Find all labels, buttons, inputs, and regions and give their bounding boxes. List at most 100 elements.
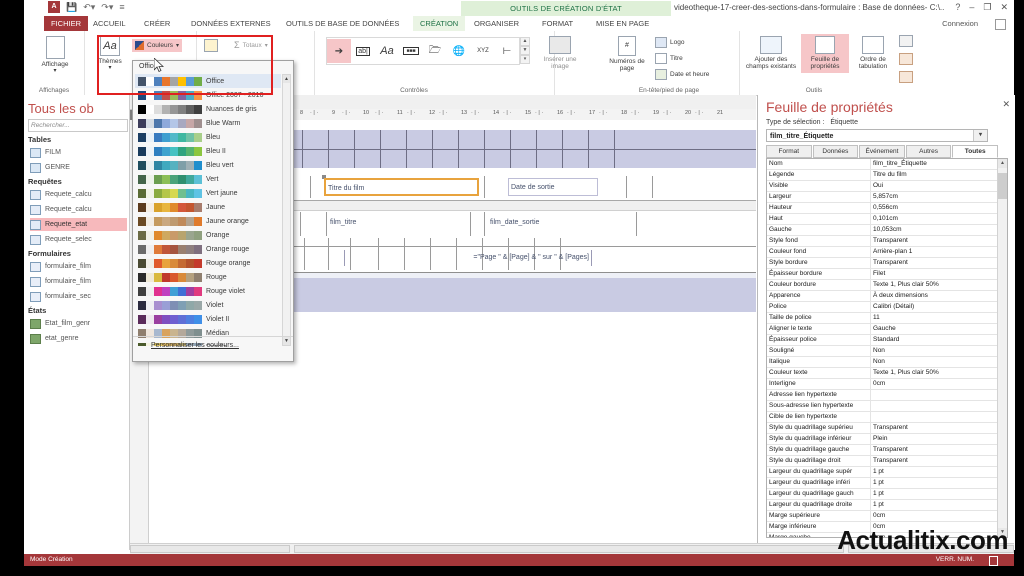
property-row[interactable]: Taille de police 11 — [767, 313, 1007, 324]
nav-item-requete-calcul-2[interactable]: Requete_calcu — [30, 203, 127, 216]
color-theme-item[interactable]: Bleu vert — [135, 158, 281, 172]
property-row[interactable]: Apparence À deux dimensions — [767, 291, 1007, 302]
subform-tools-icon[interactable] — [899, 35, 913, 47]
button-icon[interactable]: ■■■ — [399, 39, 423, 63]
property-row[interactable]: Police Calibri (Détail) — [767, 302, 1007, 313]
close-icon[interactable]: ✕ — [1000, 0, 1008, 15]
property-value[interactable]: 1 pt — [871, 467, 1007, 477]
nav-group-tables[interactable]: Tables — [28, 135, 51, 144]
help-icon[interactable]: ? — [955, 0, 960, 15]
nav-item-formulaire-sections[interactable]: formulaire_sec — [30, 290, 127, 303]
logo-button[interactable]: Logo — [655, 37, 684, 48]
property-value[interactable]: Standard — [871, 335, 1007, 345]
property-value[interactable]: Non — [871, 357, 1007, 367]
nav-item-formulaire-film-2[interactable]: formulaire_film — [30, 275, 127, 288]
film-titre-field-control[interactable]: film_titre — [328, 215, 468, 231]
hyperlink-icon[interactable]: 🌐 — [447, 39, 471, 63]
tab-donnees-externes[interactable]: DONNÉES EXTERNES — [184, 16, 278, 31]
property-value[interactable]: 0cm — [871, 511, 1007, 521]
property-row[interactable]: Style du quadrillage inférieur Plein — [767, 434, 1007, 445]
property-value[interactable]: Transparent — [871, 456, 1007, 466]
property-row[interactable]: Marge supérieure 0cm — [767, 511, 1007, 522]
page-expression-control[interactable]: ="Page " & [Page] & " sur " & [Pages] — [344, 250, 592, 266]
property-value[interactable]: 10,053cm — [871, 225, 1007, 235]
window-controls[interactable]: ? – ❐ ✕ — [955, 0, 1008, 15]
property-value[interactable]: Titre du film — [871, 170, 1007, 180]
color-theme-item[interactable]: Rouge orange — [135, 256, 281, 270]
page-setup-icon[interactable] — [899, 53, 913, 65]
property-row[interactable]: Style bordure Transparent — [767, 258, 1007, 269]
color-theme-item[interactable]: Violet II — [135, 312, 281, 326]
couleurs-button[interactable]: Couleurs ▾ — [132, 39, 183, 52]
property-row[interactable]: Gauche 10,053cm — [767, 225, 1007, 236]
color-theme-item[interactable]: Nuances de gris — [135, 102, 281, 116]
property-value[interactable]: film_titre_Étiquette — [871, 159, 1007, 169]
color-theme-item[interactable]: Bleu — [135, 130, 281, 144]
property-value[interactable]: Plein — [871, 434, 1007, 444]
tab-autres[interactable]: Autres — [905, 145, 952, 158]
property-value[interactable] — [871, 412, 1007, 422]
property-row[interactable]: Largeur du quadrillage droite 1 pt — [767, 500, 1007, 511]
property-row[interactable]: Style du quadrillage droit Transparent — [767, 456, 1007, 467]
property-value[interactable]: Transparent — [871, 258, 1007, 268]
property-value[interactable]: 0,101cm — [871, 214, 1007, 224]
property-value[interactable]: 0cm — [871, 379, 1007, 389]
color-theme-item[interactable]: Vert — [135, 172, 281, 186]
color-theme-dropdown[interactable]: Office Office Office 2007 - 2010 Nuances d… — [132, 60, 294, 362]
property-value[interactable]: Transparent — [871, 445, 1007, 455]
tab-format[interactable]: Format — [766, 145, 812, 158]
chevron-down-icon[interactable]: ▾ — [973, 130, 987, 141]
color-theme-item[interactable]: Office — [135, 74, 281, 88]
tab-donnees[interactable]: Données — [812, 145, 859, 158]
customize-qat-icon[interactable]: ≡ — [119, 2, 124, 12]
gallery-more-icon[interactable]: ▾ — [520, 55, 530, 64]
color-theme-item[interactable]: Orange — [135, 228, 281, 242]
scroll-up-icon[interactable]: ▲ — [998, 159, 1007, 168]
numeros-page-button[interactable]: # Numéros de page — [605, 36, 649, 73]
property-value[interactable]: Gauche — [871, 324, 1007, 334]
property-value[interactable]: À deux dimensions — [871, 291, 1007, 301]
property-row[interactable]: Épaisseur police Standard — [767, 335, 1007, 346]
nav-search-input[interactable]: Rechercher... — [28, 119, 128, 132]
property-value[interactable]: 0,556cm — [871, 203, 1007, 213]
nav-item-requete-selection[interactable]: Requete_selec — [30, 233, 127, 246]
property-value[interactable]: 11 — [871, 313, 1007, 323]
color-theme-list[interactable]: Office Office 2007 - 2010 Nuances de gris B… — [135, 74, 281, 346]
regrouper-trier-button[interactable] — [204, 39, 218, 52]
nav-item-genre[interactable]: GENRE — [30, 161, 127, 174]
property-rows-table[interactable]: Nom film_titre_Étiquette Légende Titre du f… — [766, 158, 1008, 538]
property-value[interactable]: 1 pt — [871, 478, 1007, 488]
property-value[interactable]: Non — [871, 346, 1007, 356]
totaux-chevron-icon[interactable]: ▾ — [265, 42, 268, 49]
property-value[interactable]: Calibri (Détail) — [871, 302, 1007, 312]
property-value[interactable]: 1 pt — [871, 500, 1007, 510]
property-row[interactable]: Visible Oui — [767, 181, 1007, 192]
property-row[interactable]: Hauteur 0,556cm — [767, 203, 1007, 214]
scroll-track[interactable] — [294, 545, 844, 553]
themes-button[interactable]: Aa Thèmes ▾ — [92, 36, 128, 72]
color-theme-item[interactable]: Bleu II — [135, 144, 281, 158]
titre-du-film-label-control[interactable]: Titre du film — [324, 178, 479, 196]
tab-toutes[interactable]: Toutes — [952, 145, 998, 158]
connexion-link[interactable]: Connexion — [942, 16, 978, 31]
property-scrollbar[interactable]: ▲ ▼ — [997, 159, 1007, 537]
color-theme-item[interactable]: Office 2007 - 2010 — [135, 88, 281, 102]
affichage-button[interactable]: Affichage ▾ — [34, 36, 76, 75]
property-row[interactable]: Sous-adresse lien hypertexte — [767, 401, 1007, 412]
nav-item-film[interactable]: FILM — [30, 146, 127, 159]
tab-control-icon[interactable]: 🗁 — [423, 39, 447, 63]
property-row[interactable]: Largeur du quadrillage inféri 1 pt — [767, 478, 1007, 489]
nav-group-requetes[interactable]: Requêtes — [28, 177, 62, 186]
scroll-region-left[interactable] — [130, 545, 290, 553]
date-heure-button[interactable]: Date et heure — [655, 69, 709, 80]
label-icon[interactable]: Aa — [375, 39, 399, 63]
nav-item-requete-etat[interactable]: Requete_etat — [30, 218, 127, 231]
nav-item-etat-film-genre[interactable]: Etat_film_genr — [30, 317, 127, 330]
property-row[interactable]: Style du quadrillage supérieu Transparent — [767, 423, 1007, 434]
property-row[interactable]: Souligné Non — [767, 346, 1007, 357]
property-row[interactable]: Aligner le texte Gauche — [767, 324, 1007, 335]
property-row[interactable]: Largeur du quadrillage supér 1 pt — [767, 467, 1007, 478]
property-row[interactable]: Interligne 0cm — [767, 379, 1007, 390]
nav-item-formulaire-film-1[interactable]: formulaire_film — [30, 260, 127, 273]
property-value[interactable]: 1 pt — [871, 489, 1007, 499]
